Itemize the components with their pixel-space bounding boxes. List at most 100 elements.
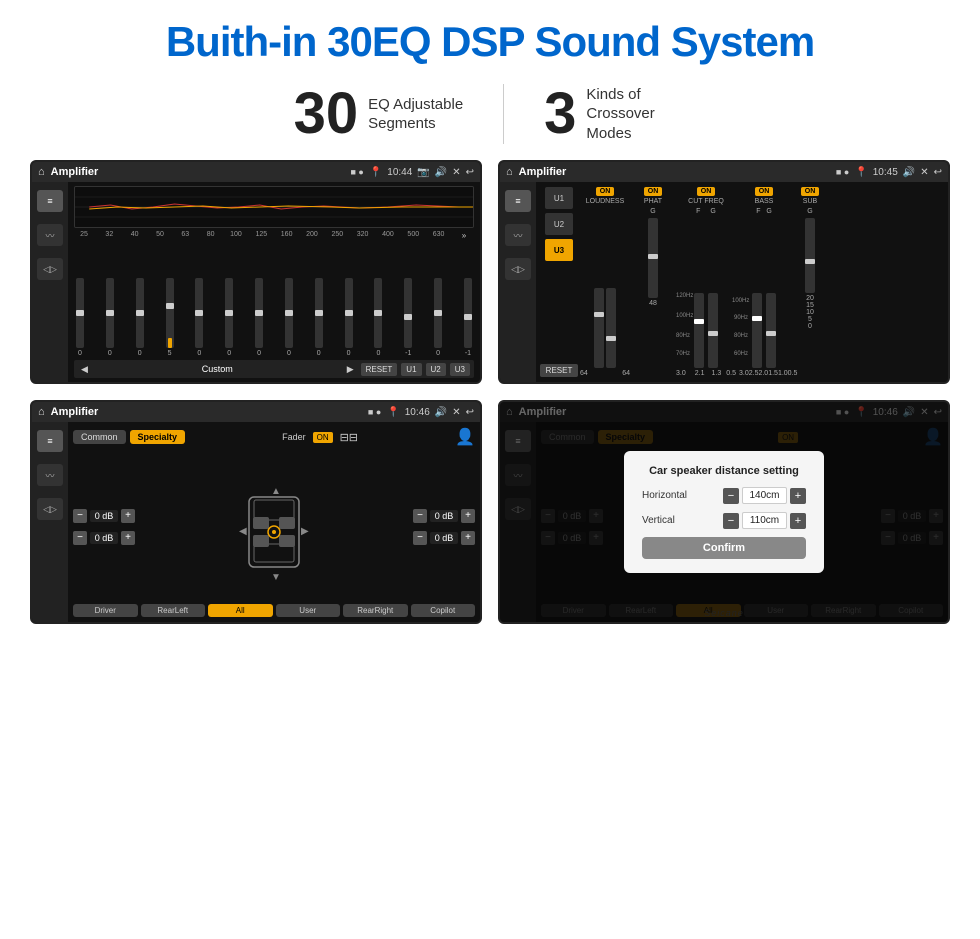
main-title: Buith-in 30EQ DSP Sound System — [166, 18, 814, 66]
screen3-body: ≡ 〰 ◁▷ Common Specialty Fader ON ⊟⊟ 👤 — [32, 422, 480, 622]
reset-btn[interactable]: RESET — [361, 363, 398, 376]
eq-slider-11: 0 — [374, 278, 382, 357]
spec-tab-row: Common Specialty Fader ON ⊟⊟ 👤 — [73, 427, 475, 447]
vertical-minus-btn[interactable]: − — [723, 513, 739, 529]
screen1-time: 10:44 — [387, 167, 412, 178]
left-front-plus[interactable]: + — [121, 509, 135, 523]
vol-btn3[interactable]: ◁▷ — [37, 498, 63, 520]
rear-left-btn[interactable]: RearLeft — [141, 604, 206, 617]
right-front-minus[interactable]: − — [413, 509, 427, 523]
bass-section: ON BASS F G 100Hz 90Hz 80Hz 6 — [739, 187, 789, 377]
left-rear-plus[interactable]: + — [121, 531, 135, 545]
rear-right-btn[interactable]: RearRight — [343, 604, 408, 617]
eq-slider-3: 0 — [136, 278, 144, 357]
user-btn[interactable]: User — [276, 604, 341, 617]
screen2-time: 10:45 — [873, 167, 898, 178]
wave-btn2[interactable]: 〰 — [505, 224, 531, 246]
eq-slider-1: 0 — [76, 278, 84, 357]
right-front-db: − 0 dB + — [413, 509, 475, 523]
horizontal-input: − 140cm + — [723, 487, 806, 504]
vol-btn2[interactable]: ◁▷ — [505, 258, 531, 280]
driver-btn[interactable]: Driver — [73, 604, 138, 617]
screen3-topbar: ⌂ Amplifier ■ ● 📍 10:46 🔊 ✕ ↩ — [32, 402, 480, 422]
screen1-icons: ■ ● — [350, 167, 363, 177]
screen2-title: Amplifier — [519, 166, 830, 178]
eq-slider-9: 0 — [315, 278, 323, 357]
screen3-icons: ■ ● — [368, 407, 381, 417]
dialog-overlay: Car speaker distance setting Horizontal … — [500, 422, 948, 622]
fader-on[interactable]: ON — [313, 432, 333, 443]
loudness-on[interactable]: ON — [596, 187, 615, 196]
left-rear-db: − 0 dB + — [73, 531, 135, 545]
eq-slider-12: -1 — [404, 278, 412, 357]
sub-on[interactable]: ON — [801, 187, 820, 196]
fader-label: Fader — [282, 432, 306, 442]
left-front-minus[interactable]: − — [73, 509, 87, 523]
screen4-body: ≡ 〰 ◁▷ Common Specialty ON 👤 — [500, 422, 948, 622]
svg-text:◀: ◀ — [239, 526, 247, 537]
wave-btn[interactable]: 〰 — [37, 224, 63, 246]
copilot-btn[interactable]: Copilot — [411, 604, 476, 617]
screen2-body: ≡ 〰 ◁▷ U1 U2 U3 RESET — [500, 182, 948, 382]
vol-icon2: 🔊 — [903, 167, 915, 178]
vertical-value: 110cm — [742, 512, 787, 529]
eq-main-content: 25 32 40 50 63 80 100 125 160 200 250 32… — [68, 182, 480, 382]
stats-row: 30 EQ Adjustable Segments 3 Kinds of Cro… — [254, 84, 727, 144]
loudness-section: ON LOUDNESS — [580, 187, 630, 377]
bass-on[interactable]: ON — [755, 187, 774, 196]
home-icon2: ⌂ — [506, 166, 513, 178]
confirm-button[interactable]: Confirm — [642, 537, 806, 559]
home-icon: ⌂ — [38, 166, 45, 178]
crossover-stat: 3 Kinds of Crossover Modes — [504, 85, 726, 144]
phat-on[interactable]: ON — [644, 187, 663, 196]
u2-btn-cross[interactable]: U2 — [545, 213, 573, 235]
specialty-tab[interactable]: Specialty — [130, 430, 186, 444]
reset-btn-cross[interactable]: RESET — [540, 364, 579, 377]
u-buttons-col: U1 U2 U3 RESET — [541, 187, 577, 377]
common-tab[interactable]: Common — [73, 430, 126, 444]
right-rear-minus[interactable]: − — [413, 531, 427, 545]
eq-sliders: 0 0 — [74, 244, 474, 357]
u2-btn[interactable]: U2 — [426, 363, 446, 376]
eq-mode-btn2[interactable]: ≡ — [505, 190, 531, 212]
all-btn[interactable]: All — [208, 604, 273, 617]
eq-slider-2: 0 — [106, 278, 114, 357]
wave-btn3[interactable]: 〰 — [37, 464, 63, 486]
eq-label: EQ Adjustable Segments — [368, 95, 463, 134]
dialog-title: Car speaker distance setting — [642, 465, 806, 477]
horizontal-row: Horizontal − 140cm + — [642, 487, 806, 504]
svg-text:▶: ▶ — [301, 526, 309, 537]
location-icon3: 📍 — [387, 407, 399, 418]
horizontal-plus-btn[interactable]: + — [790, 488, 806, 504]
distance-dialog: Car speaker distance setting Horizontal … — [624, 451, 824, 573]
left-rear-minus[interactable]: − — [73, 531, 87, 545]
eq-freq-labels: 25 32 40 50 63 80 100 125 160 200 250 32… — [74, 231, 474, 240]
vertical-plus-btn[interactable]: + — [790, 513, 806, 529]
screen3-topbar-right: 📍 10:46 🔊 ✕ ↩ — [387, 407, 474, 418]
right-front-plus[interactable]: + — [461, 509, 475, 523]
u1-btn-cross[interactable]: U1 — [545, 187, 573, 209]
eq-graph — [74, 186, 474, 228]
u1-btn[interactable]: U1 — [401, 363, 421, 376]
volume-icon: 🔊 — [435, 167, 447, 178]
eq-mode-btn3[interactable]: ≡ — [37, 430, 63, 452]
screen4: ⌂ Amplifier ■ ● 📍 10:46 🔊 ✕ ↩ ≡ 〰 — [500, 402, 948, 622]
cutfreq-on[interactable]: ON — [697, 187, 716, 196]
right-rear-plus[interactable]: + — [461, 531, 475, 545]
screen4-wrapper: ⌂ Amplifier ■ ● 📍 10:46 🔊 ✕ ↩ ≡ 〰 — [498, 400, 950, 624]
screen1-wrapper: ⌂ Amplifier ■ ● 📍 10:44 📷 🔊 ✕ ↩ ≡ — [30, 160, 482, 384]
u3-btn[interactable]: U3 — [450, 363, 470, 376]
eq-slider-13: 0 — [434, 278, 442, 357]
horizontal-minus-btn[interactable]: − — [723, 488, 739, 504]
eq-mode-btn[interactable]: ≡ — [37, 190, 63, 212]
car-diagram: ▲ ▼ ◀ ▶ — [229, 482, 319, 572]
eq-prev-btn[interactable]: ◀ — [78, 363, 91, 376]
eq-next-btn[interactable]: ▶ — [344, 363, 357, 376]
eq-slider-4: 5 — [166, 278, 174, 357]
vol-btn[interactable]: ◁▷ — [37, 258, 63, 280]
person-icon: 👤 — [455, 427, 475, 447]
u3-btn-cross[interactable]: U3 — [545, 239, 573, 261]
location-icon2: 📍 — [855, 167, 867, 178]
home-icon3: ⌂ — [38, 406, 45, 418]
svg-text:▼: ▼ — [271, 572, 281, 582]
